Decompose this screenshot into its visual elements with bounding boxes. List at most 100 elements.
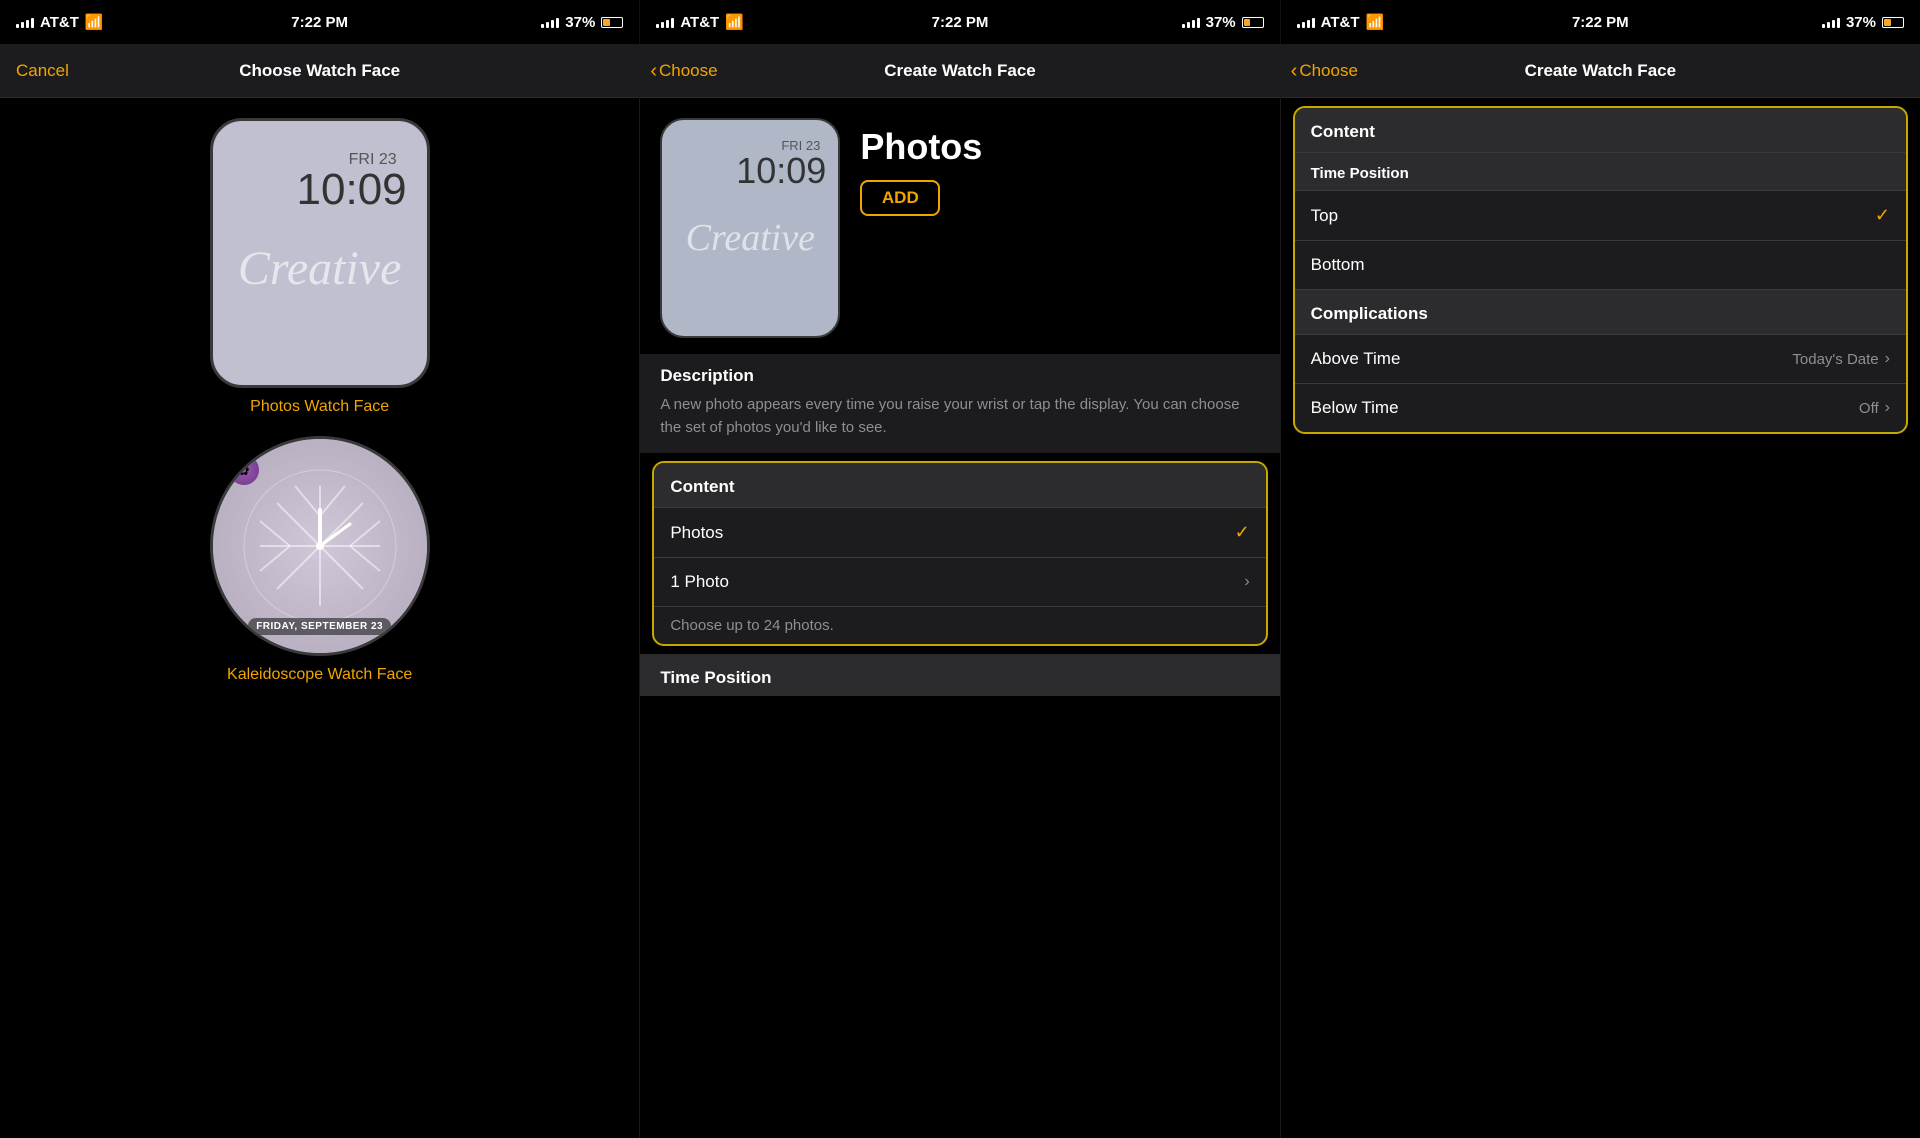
signal-bars-2 xyxy=(656,16,674,28)
below-time-value: Off › xyxy=(1859,399,1890,417)
battery-percent-2: 37% xyxy=(1206,14,1236,31)
signal-bar xyxy=(1302,22,1305,28)
kaleidoscope-watch-face-label: Kaleidoscope Watch Face xyxy=(227,666,412,684)
description-header: Description xyxy=(640,354,1279,394)
watch-name-section-2: Photos ADD xyxy=(860,118,982,216)
watch-preview-time: 10:09 xyxy=(297,165,407,215)
above-time-option[interactable]: Above Time Today's Date › xyxy=(1295,334,1906,383)
signal-bars-r3 xyxy=(1822,16,1840,28)
back-label-2[interactable]: Choose xyxy=(659,61,718,81)
photos-watch-face-item[interactable]: FRI 23 10:09 Creative Photos Watch Face xyxy=(16,118,623,416)
signal-bar xyxy=(551,20,554,28)
content-box-header-2: Content xyxy=(654,463,1265,507)
time-2: 7:22 PM xyxy=(932,14,989,31)
below-time-value-text: Off xyxy=(1859,400,1879,417)
round-content: ✿ ♡ xyxy=(213,439,427,653)
nav-bar-3: ‹ Choose Create Watch Face xyxy=(1281,44,1920,98)
signal-bar xyxy=(541,24,544,28)
battery-fill xyxy=(603,19,610,26)
clock-svg xyxy=(240,466,400,626)
battery-icon-2 xyxy=(1242,17,1264,28)
signal-bar xyxy=(1312,18,1315,28)
signal-bar xyxy=(31,18,34,28)
signal-bar xyxy=(671,18,674,28)
photos-checkmark: ✓ xyxy=(1235,522,1250,543)
above-time-label: Above Time xyxy=(1311,349,1401,369)
kaleidoscope-watch-face-preview: ✿ ♡ xyxy=(210,436,430,656)
panel3-content: FRI 23 10:09 Creative Photos ADD Content… xyxy=(1281,98,1920,354)
one-photo-chevron: › xyxy=(1244,573,1249,591)
kaleidoscope-watch-face-item[interactable]: ✿ ♡ xyxy=(16,436,623,684)
top-label: Top xyxy=(1311,206,1338,226)
signal-bar xyxy=(1297,24,1300,28)
battery-percent-1: 37% xyxy=(565,14,595,31)
add-button-2[interactable]: ADD xyxy=(860,180,940,216)
nav-bar-2: ‹ Choose Create Watch Face xyxy=(640,44,1279,98)
above-time-value-text: Today's Date xyxy=(1792,351,1878,368)
status-right-3: 37% xyxy=(1822,14,1904,31)
below-time-chevron: › xyxy=(1885,399,1890,417)
signal-bar xyxy=(1307,20,1310,28)
carrier-2: AT&T xyxy=(680,14,719,31)
status-bar-2: AT&T 📶 7:22 PM 37% xyxy=(640,0,1280,44)
back-label-3[interactable]: Choose xyxy=(1299,61,1358,81)
watch-main-title-2: Photos xyxy=(860,126,982,168)
signal-bar xyxy=(661,22,664,28)
nav-title-3: Create Watch Face xyxy=(1525,61,1676,81)
nav-bar-1: Cancel Choose Watch Face xyxy=(0,44,639,98)
status-right-2: 37% xyxy=(1182,14,1264,31)
signal-bar xyxy=(1822,24,1825,28)
content-box-2: Content Photos ✓ 1 Photo › Choose up to … xyxy=(652,461,1267,646)
status-bar-row: AT&T 📶 7:22 PM 37% xyxy=(0,0,1920,44)
status-left-3: AT&T 📶 xyxy=(1297,13,1385,31)
panel-choose-watch-face: Cancel Choose Watch Face FRI 23 10:09 Cr… xyxy=(0,44,640,1138)
cancel-button[interactable]: Cancel xyxy=(16,61,69,81)
photos-row[interactable]: Photos ✓ xyxy=(654,507,1265,557)
below-time-option[interactable]: Below Time Off › xyxy=(1295,383,1906,432)
chevron-left-icon-3: ‹ xyxy=(1291,61,1298,81)
complications-header: Complications xyxy=(1295,290,1906,334)
status-left-1: AT&T 📶 xyxy=(16,13,104,31)
time-1: 7:22 PM xyxy=(291,14,348,31)
battery-fill xyxy=(1244,19,1251,26)
photos-watch-face-preview: FRI 23 10:09 Creative xyxy=(210,118,430,388)
top-option[interactable]: Top ✓ xyxy=(1295,190,1906,240)
dropdown-time-position-subheader: Time Position xyxy=(1295,152,1906,190)
one-photo-row[interactable]: 1 Photo › xyxy=(654,557,1265,606)
signal-bar xyxy=(1832,20,1835,28)
photos-watch-face-label: Photos Watch Face xyxy=(250,398,389,416)
signal-bar xyxy=(1182,24,1185,28)
signal-bar xyxy=(21,22,24,28)
below-time-label: Below Time xyxy=(1311,398,1399,418)
dropdown-content-header: Content xyxy=(1295,108,1906,152)
status-left-2: AT&T 📶 xyxy=(656,13,744,31)
signal-bar xyxy=(1192,20,1195,28)
wifi-icon-1: 📶 xyxy=(85,13,104,31)
signal-bar xyxy=(546,22,549,28)
signal-bar xyxy=(1827,22,1830,28)
watch-face-list: FRI 23 10:09 Creative Photos Watch Face … xyxy=(0,98,639,704)
dropdown-overlay: Content Time Position Top ✓ Bottom Compl… xyxy=(1293,106,1908,434)
signal-bars-r1 xyxy=(541,16,559,28)
bottom-option[interactable]: Bottom xyxy=(1295,240,1906,289)
signal-bar xyxy=(1837,18,1840,28)
signal-bars-1 xyxy=(16,16,34,28)
watch-preview-small-2: FRI 23 10:09 Creative xyxy=(660,118,840,338)
signal-bar xyxy=(656,24,659,28)
description-text: A new photo appears every time you raise… xyxy=(640,394,1279,453)
signal-bar xyxy=(556,18,559,28)
wifi-icon-2: 📶 xyxy=(725,13,744,31)
nav-title-1: Choose Watch Face xyxy=(239,61,400,81)
carrier-3: AT&T xyxy=(1321,14,1360,31)
round-date-label: FRIDAY, SEPTEMBER 23 xyxy=(248,618,391,635)
back-button-3[interactable]: ‹ Choose xyxy=(1291,61,1358,81)
battery-icon-1 xyxy=(601,17,623,28)
status-bar-3: AT&T 📶 7:22 PM 37% xyxy=(1281,0,1920,44)
chevron-left-icon-2: ‹ xyxy=(650,61,657,81)
carrier-1: AT&T xyxy=(40,14,79,31)
time-3: 7:22 PM xyxy=(1572,14,1629,31)
signal-bars-r2 xyxy=(1182,16,1200,28)
back-button-2[interactable]: ‹ Choose xyxy=(650,61,717,81)
panels-container: Cancel Choose Watch Face FRI 23 10:09 Cr… xyxy=(0,44,1920,1138)
signal-bars-3 xyxy=(1297,16,1315,28)
